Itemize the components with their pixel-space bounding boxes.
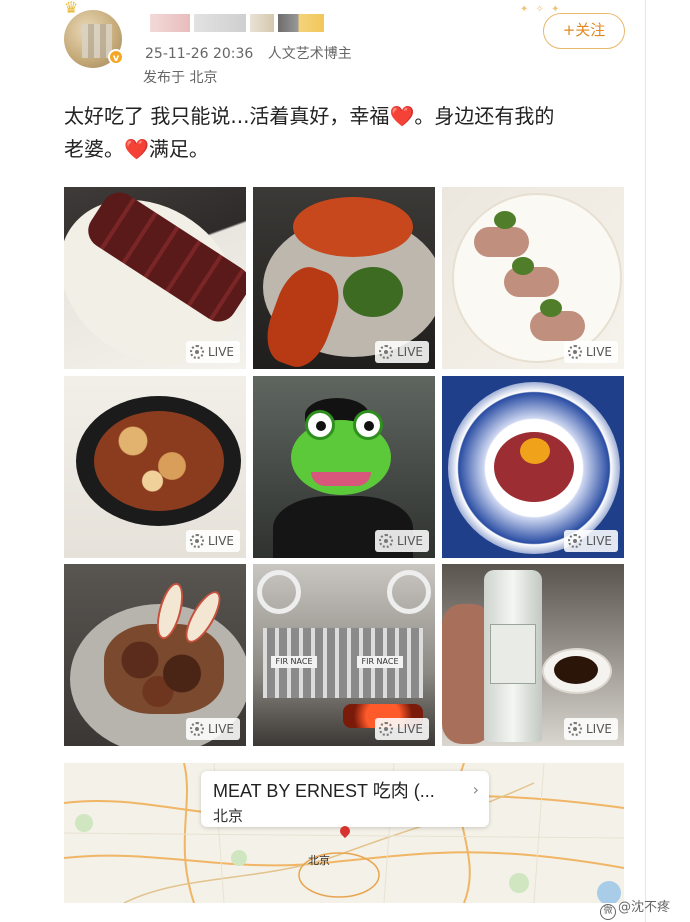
heart-icon: ❤️ (389, 104, 415, 128)
live-badge: LIVE (374, 530, 429, 552)
place-title: MEAT BY ERNEST 吃肉 (... (213, 781, 435, 801)
photo-frog-face[interactable]: LIVE (253, 376, 435, 558)
avatar-mosaic (82, 24, 112, 58)
frog-eye (305, 410, 335, 440)
live-label: LIVE (396, 534, 423, 548)
live-ring-icon (189, 345, 204, 359)
mosaic-block (194, 14, 246, 32)
live-ring-icon (567, 722, 582, 736)
live-ring-icon (567, 345, 582, 359)
photo-grid: LIVE LIVE LIVE LIVE LIVE LIVE LIVE FIR N… (64, 187, 624, 746)
live-label: LIVE (207, 345, 234, 359)
skillet-food (94, 411, 224, 511)
watermark-text: @沈不疼 (618, 900, 671, 915)
herb (494, 211, 516, 229)
post-text-segment: 太好吃了 我只能说...活着真好，幸福 (64, 104, 390, 128)
account-tag: 人文艺术博主 (267, 46, 352, 62)
photo-tartare[interactable]: LIVE (442, 376, 624, 558)
post-timestamp: 25-11-26 20:36 (145, 46, 254, 62)
egg-yolk (520, 438, 550, 464)
photo-appetizer[interactable]: LIVE (442, 187, 624, 369)
live-label: LIVE (585, 534, 612, 548)
live-label: LIVE (396, 722, 423, 736)
weibo-watermark: 微 @沈不疼 (600, 896, 670, 920)
post-text-segment: 满足。 (148, 137, 209, 161)
herb (512, 257, 534, 275)
heart-icon: ❤️ (124, 137, 149, 161)
chevron-right-icon: › (472, 780, 479, 799)
post-text: 太好吃了 我只能说...活着真好，幸福❤️。身边还有我的 老婆。❤️满足。 (64, 100, 634, 166)
soy-sauce (554, 656, 598, 684)
map-place-card[interactable]: MEAT BY ERNEST 吃肉 (... 北京 › (201, 771, 489, 827)
live-label: LIVE (585, 345, 612, 359)
live-badge: LIVE (374, 718, 429, 740)
live-badge: LIVE (563, 341, 618, 363)
post-meta: 25-11-26 20:36 人文艺术博主 (145, 43, 352, 63)
live-label: LIVE (207, 534, 234, 548)
live-badge: LIVE (185, 341, 240, 363)
follow-button[interactable]: +关注 (543, 13, 625, 49)
mosaic-block (150, 14, 190, 32)
photo-lobster[interactable]: LIVE (253, 187, 435, 369)
v-badge-icon: v (108, 49, 124, 65)
live-badge: LIVE (185, 718, 240, 740)
grill-sign: FIR NACE (271, 656, 317, 668)
post-text-segment: 。身边还有我的 (414, 104, 555, 128)
post-location: 发布于 北京 (143, 70, 218, 86)
appetizer-bite (530, 311, 585, 341)
appetizer-bite (474, 227, 529, 257)
photo-skillet[interactable]: LIVE (64, 376, 246, 558)
divider (645, 0, 646, 922)
grill-sign: FIR NACE (357, 656, 403, 668)
map-city-label: 北京 (308, 854, 330, 867)
frog-mouth (311, 472, 371, 486)
frog-eye (353, 410, 383, 440)
live-ring-icon (378, 722, 393, 736)
live-badge: LIVE (563, 718, 618, 740)
weibo-post: ♛ v 25-11-26 20:36 人文艺术博主 发布于 北京 ✦ ✧ ✦ +… (0, 0, 690, 922)
photo-bottle[interactable]: LIVE (442, 564, 624, 746)
live-badge: LIVE (374, 341, 429, 363)
greens (343, 267, 403, 317)
herb (540, 299, 562, 317)
lobster (293, 197, 413, 257)
place-city: 北京 (213, 807, 244, 825)
weibo-logo-icon: 微 (600, 904, 616, 920)
live-ring-icon (567, 534, 582, 548)
live-ring-icon (189, 534, 204, 548)
grill-wheel (257, 570, 301, 614)
live-ring-icon (378, 534, 393, 548)
live-label: LIVE (207, 722, 234, 736)
username-redacted[interactable] (150, 14, 324, 32)
photo-meat-with-apple[interactable]: LIVE (64, 564, 246, 746)
mosaic-block (250, 14, 274, 32)
live-label: LIVE (585, 722, 612, 736)
grill-wheel (387, 570, 431, 614)
live-badge: LIVE (563, 530, 618, 552)
live-ring-icon (378, 345, 393, 359)
live-ring-icon (189, 722, 204, 736)
live-label: LIVE (396, 345, 423, 359)
photo-steak[interactable]: LIVE (64, 187, 246, 369)
mosaic-block (278, 14, 324, 32)
photo-grill[interactable]: FIR NACE FIR NACE LIVE (253, 564, 435, 746)
post-text-segment: 老婆。 (64, 137, 124, 161)
live-badge: LIVE (185, 530, 240, 552)
bottle-label (490, 624, 536, 684)
